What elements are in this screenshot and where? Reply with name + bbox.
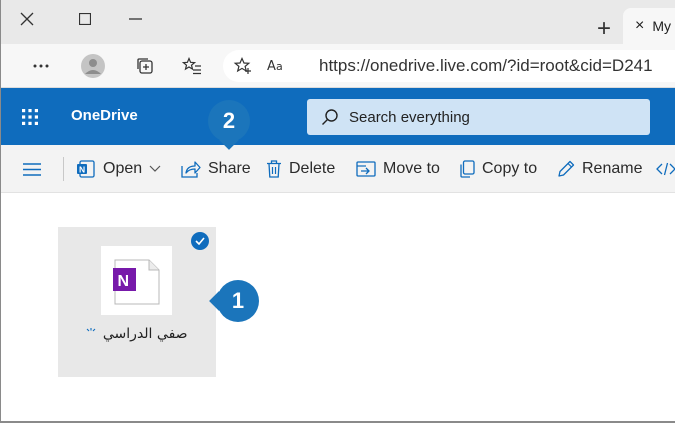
delete-button[interactable]: Delete bbox=[266, 145, 335, 193]
nav-toggle-button[interactable] bbox=[23, 145, 41, 193]
notebook-thumbnail[interactable]: N bbox=[101, 246, 172, 315]
share-icon bbox=[181, 161, 201, 178]
step-1-number: 1 bbox=[231, 288, 245, 313]
address-bar[interactable]: Aa https://onedrive.live.com/?id=root&ci… bbox=[223, 50, 675, 82]
pencil-icon bbox=[558, 160, 575, 177]
maximize-icon bbox=[79, 13, 91, 25]
share-button[interactable]: Share bbox=[181, 145, 251, 193]
code-icon bbox=[656, 162, 675, 176]
rename-button[interactable]: Rename bbox=[557, 145, 642, 193]
embed-button[interactable] bbox=[656, 145, 675, 193]
waffle-icon bbox=[22, 109, 38, 125]
browser-window: + × My Aa https://onedrive.live.com/?id=… bbox=[0, 0, 675, 423]
browser-tab[interactable]: × My bbox=[623, 8, 675, 44]
profile-button[interactable] bbox=[79, 52, 107, 80]
chevron-down-icon bbox=[149, 165, 161, 172]
hamburger-icon bbox=[23, 162, 41, 176]
title-bar: + × My bbox=[1, 0, 675, 44]
avatar-icon bbox=[81, 54, 105, 78]
divider bbox=[63, 157, 64, 181]
collections-icon bbox=[137, 58, 153, 74]
close-icon bbox=[20, 12, 34, 26]
onenote-icon: N bbox=[113, 259, 160, 305]
svg-text:N: N bbox=[118, 273, 130, 290]
command-bar: N Open Share Delete Move to Copy to Rena… bbox=[1, 145, 675, 193]
selected-check-icon[interactable] bbox=[191, 232, 209, 250]
open-label: Open bbox=[103, 160, 143, 177]
copy-to-button[interactable]: Copy to bbox=[459, 145, 537, 193]
minimize-window-button[interactable] bbox=[115, 0, 155, 38]
favorites-button[interactable] bbox=[178, 52, 206, 80]
search-icon bbox=[322, 109, 338, 125]
delete-label: Delete bbox=[289, 160, 336, 177]
onenote-small-icon: N bbox=[77, 160, 95, 178]
svg-text:a: a bbox=[276, 60, 283, 73]
tab-title: My bbox=[652, 18, 672, 34]
app-launcher-button[interactable] bbox=[21, 108, 39, 126]
collections-button[interactable] bbox=[131, 52, 159, 80]
copy-icon bbox=[460, 160, 475, 178]
svg-text:N: N bbox=[79, 165, 85, 175]
rename-label: Rename bbox=[582, 160, 643, 177]
open-button[interactable]: N Open bbox=[76, 145, 161, 193]
app-header: OneDrive Search everything bbox=[1, 88, 675, 145]
read-aloud-icon[interactable]: Aa bbox=[267, 56, 289, 78]
more-menu-button[interactable] bbox=[27, 52, 55, 80]
file-name-text: صفي الدراسي bbox=[102, 326, 188, 342]
navigation-bar: Aa https://onedrive.live.com/?id=root&ci… bbox=[1, 44, 675, 88]
move-to-button[interactable]: Move to bbox=[356, 145, 440, 193]
step-1-callout: 1 bbox=[217, 280, 259, 322]
search-box[interactable]: Search everything bbox=[307, 99, 650, 135]
ellipsis-icon bbox=[33, 64, 49, 68]
close-window-button[interactable] bbox=[7, 0, 47, 38]
app-name[interactable]: OneDrive bbox=[71, 107, 138, 124]
step-2-number: 2 bbox=[222, 108, 236, 133]
svg-text:A: A bbox=[267, 59, 276, 74]
maximize-window-button[interactable] bbox=[65, 0, 105, 38]
trash-icon bbox=[267, 160, 281, 178]
file-name[interactable]: صفي الدراسي bbox=[61, 326, 213, 342]
plus-icon: + bbox=[596, 15, 611, 42]
copy-to-label: Copy to bbox=[482, 160, 538, 177]
new-tab-button[interactable]: + bbox=[589, 14, 619, 44]
move-icon bbox=[356, 161, 376, 177]
tab-close-icon[interactable]: × bbox=[635, 17, 644, 35]
favorites-list-icon bbox=[182, 57, 201, 75]
search-placeholder: Search everything bbox=[349, 108, 470, 126]
sync-icon bbox=[86, 326, 96, 342]
move-to-label: Move to bbox=[383, 160, 440, 177]
minimize-icon bbox=[128, 18, 142, 20]
step-2-callout: 2 bbox=[208, 100, 250, 142]
share-label: Share bbox=[208, 160, 251, 177]
url-text: https://onedrive.live.com/?id=root&cid=D… bbox=[319, 56, 653, 75]
add-favorite-icon[interactable] bbox=[233, 57, 253, 80]
